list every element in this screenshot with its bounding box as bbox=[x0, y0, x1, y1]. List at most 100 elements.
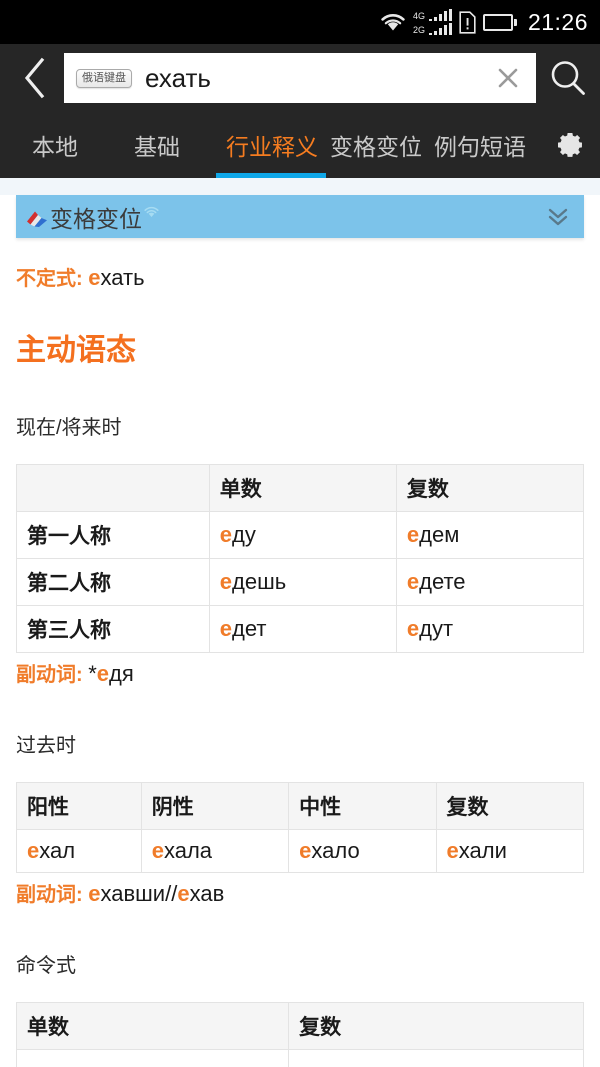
stem: дете bbox=[419, 569, 466, 594]
cell-plural: едем bbox=[395, 511, 585, 559]
infinitive-prefix: е bbox=[88, 265, 101, 290]
stem: хавши// bbox=[100, 881, 178, 906]
cell-masculine: ехал bbox=[16, 829, 142, 873]
adverbial-value: *едя bbox=[88, 661, 134, 686]
table-row: 第三人称 едет едут bbox=[16, 605, 585, 653]
back-button[interactable] bbox=[6, 44, 64, 112]
past-tense-table: 阳性 阴性 中性 复数 ехал ехала ехало ехали bbox=[16, 782, 585, 873]
cell-singular: едет bbox=[208, 605, 397, 653]
tab-bendi[interactable]: 本地 bbox=[32, 112, 78, 178]
table-header-row: 单数 复数 bbox=[15, 1002, 584, 1050]
prefix-e: е bbox=[446, 838, 459, 863]
infinitive-line: 不定式: ехать bbox=[16, 262, 584, 291]
prefix-e: е bbox=[88, 881, 101, 906]
back-chevron-icon bbox=[24, 57, 45, 99]
battery-icon bbox=[482, 13, 517, 31]
signal-2g-icon: 2G bbox=[413, 23, 452, 35]
infinitive-label: 不定式: bbox=[16, 268, 83, 290]
stem: хало bbox=[311, 838, 360, 863]
stem: хав bbox=[189, 881, 225, 906]
prefix-e: е bbox=[177, 881, 190, 906]
sim1-label: 4G bbox=[412, 11, 425, 21]
adverbial-label: 副动词: bbox=[16, 884, 83, 906]
signal-4g-icon: 4G bbox=[413, 9, 452, 21]
cell-feminine: ехала bbox=[140, 829, 290, 873]
col-singular: 单数 bbox=[208, 464, 397, 512]
search-button[interactable] bbox=[536, 44, 600, 112]
voice-title: 主动语态 bbox=[16, 334, 136, 367]
prefix-e: е bbox=[406, 569, 420, 594]
stem: хал bbox=[39, 838, 76, 863]
present-tense-label: 现在/将来时 bbox=[16, 417, 122, 439]
tab-list: 本地 基础 行业释义 变格变位 例句短语 bbox=[0, 112, 540, 178]
prefix-e: е bbox=[406, 616, 420, 641]
prefix-e: е bbox=[151, 838, 164, 863]
search-bar: 俄语键盘 ехать bbox=[0, 44, 600, 112]
prefix-e: е bbox=[299, 838, 312, 863]
prefix-e: е bbox=[219, 522, 233, 547]
tab-bar: 本地 基础 行业释义 变格变位 例句短语 bbox=[0, 112, 600, 178]
search-query-text: ехать bbox=[145, 62, 211, 93]
row-person: 第二人称 bbox=[16, 558, 210, 606]
cell-plural: едете bbox=[395, 558, 585, 606]
stem: хали bbox=[458, 838, 507, 863]
tab-lijuduanyu[interactable]: 例句短语 bbox=[434, 112, 526, 178]
stem: дут bbox=[419, 616, 454, 641]
col-feminine: 阴性 bbox=[140, 782, 290, 830]
sim2-label: 2G bbox=[412, 25, 425, 35]
russian-keyboard-badge[interactable]: 俄语键盘 bbox=[76, 68, 132, 88]
imperative-label: 命令式 bbox=[16, 955, 76, 977]
prefix-e: е bbox=[219, 616, 233, 641]
col-plural: 复数 bbox=[435, 782, 585, 830]
present-tense-table: 单数 复数 第一人称 еду едем 第二人称 едешь едете 第三人… bbox=[16, 464, 585, 653]
table-row: - - bbox=[15, 1049, 584, 1067]
clock: 21:26 bbox=[527, 8, 588, 35]
cell-plural: ехали bbox=[435, 829, 585, 873]
wifi-small-icon bbox=[144, 206, 159, 217]
infinitive-value: ехать bbox=[88, 265, 144, 290]
chevron-double-down-icon[interactable] bbox=[546, 206, 570, 228]
adverbial-label: 副动词: bbox=[16, 664, 83, 686]
prefix-e: е bbox=[27, 838, 40, 863]
stem: дем bbox=[419, 522, 460, 547]
table-header-row: 阳性 阴性 中性 复数 bbox=[16, 782, 585, 830]
stem: хала bbox=[163, 838, 213, 863]
cell-plural: - bbox=[288, 1049, 584, 1067]
col-empty bbox=[16, 464, 210, 512]
col-neuter: 中性 bbox=[288, 782, 437, 830]
sim-alert-icon bbox=[459, 10, 476, 34]
close-icon bbox=[498, 68, 518, 88]
wifi-icon bbox=[380, 12, 406, 32]
settings-button[interactable] bbox=[540, 112, 600, 178]
cell-singular: еду bbox=[208, 511, 397, 559]
search-input[interactable]: 俄语键盘 ехать bbox=[64, 53, 536, 103]
section-title: 变格变位 bbox=[50, 205, 142, 232]
stem: дешь bbox=[232, 569, 287, 594]
cell-singular: - bbox=[15, 1049, 290, 1067]
prefix-e: е bbox=[219, 569, 233, 594]
table-header-row: 单数 复数 bbox=[16, 464, 585, 512]
imperative-table: 单数 复数 - - bbox=[15, 1002, 584, 1067]
past-tense-label: 过去时 bbox=[16, 735, 76, 757]
col-plural: 复数 bbox=[395, 464, 585, 512]
row-person: 第一人称 bbox=[16, 511, 210, 559]
stem: дет bbox=[232, 616, 267, 641]
tab-biangebianwei[interactable]: 变格变位 bbox=[330, 112, 422, 178]
search-icon bbox=[551, 61, 585, 95]
tab-jichu[interactable]: 基础 bbox=[134, 112, 180, 178]
row-person: 第三人称 bbox=[16, 605, 210, 653]
prefix-e: е bbox=[96, 661, 110, 686]
adverbial-value: ехавши//ехав bbox=[88, 881, 224, 906]
content-area: 变格变位 不定式: ехать 主动语态 现在/将来时 单数 复数 第一人称 е… bbox=[0, 178, 600, 1067]
present-adverbial-line: 副动词: *едя bbox=[16, 658, 584, 687]
conjugation-body: 不定式: ехать 主动语态 现在/将来时 单数 复数 第一人称 еду ед… bbox=[0, 262, 600, 1067]
past-adverbial-line: 副动词: ехавши//ехав bbox=[16, 878, 584, 907]
book-icon bbox=[27, 211, 47, 227]
col-masculine: 阳性 bbox=[16, 782, 142, 830]
table-row: 第二人称 едешь едете bbox=[16, 558, 585, 606]
section-header-biangebianwei[interactable]: 变格变位 bbox=[16, 195, 584, 238]
tab-hangyeshiyi[interactable]: 行业释义 bbox=[226, 112, 318, 178]
table-row: 第一人称 еду едем bbox=[16, 511, 585, 559]
cell-neuter: ехало bbox=[288, 829, 437, 873]
clear-search-button[interactable] bbox=[486, 53, 530, 103]
